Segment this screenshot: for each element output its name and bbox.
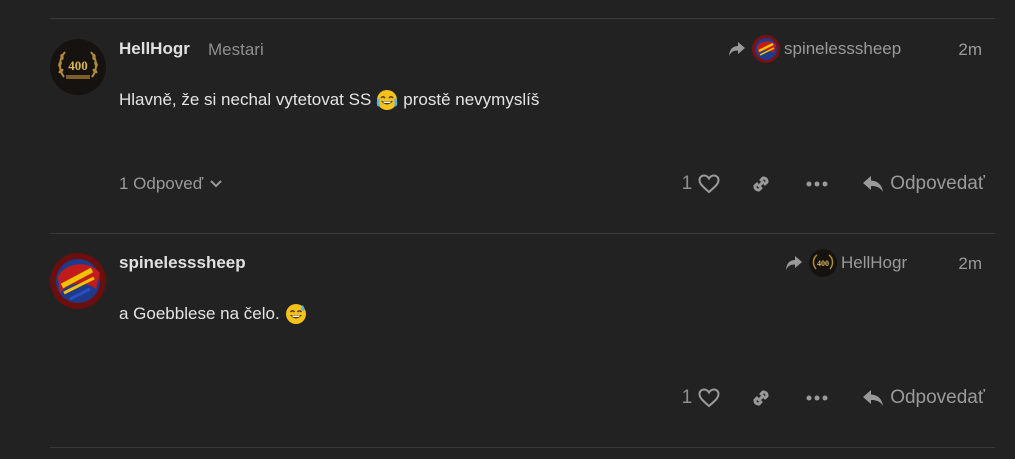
more-options-button[interactable]: [806, 395, 828, 401]
username[interactable]: HellHogr: [119, 39, 190, 59]
post-spinelesssheep: spinelesssheep 400 HellHogr 2m a Goebble…: [0, 233, 1015, 447]
post-hellhogr: 400 HellHogr Mestari spinelesssheep 2m H…: [0, 19, 1015, 233]
reply-to-username: HellHogr: [841, 253, 908, 272]
avatar[interactable]: [50, 253, 106, 309]
post-actions: 1 Odpovedať: [682, 167, 985, 201]
username[interactable]: spinelesssheep: [119, 253, 246, 273]
like-count[interactable]: 1: [682, 387, 693, 409]
post-text: prostě nevymyslíš: [403, 90, 540, 109]
like-count[interactable]: 1: [682, 173, 693, 195]
post-text: Hlavně, že si nechal vytetovat SS: [119, 90, 372, 109]
gold-400-laurel-badge-icon: 400: [50, 39, 106, 95]
reply-icon: [863, 176, 884, 192]
post-time[interactable]: 2m: [958, 40, 982, 60]
colorful-helmet-avatar-icon: [50, 253, 106, 309]
share-link-button[interactable]: [750, 387, 772, 409]
user-title: Mestari: [208, 40, 264, 59]
reply-icon: [863, 390, 884, 406]
svg-text:400: 400: [817, 259, 829, 268]
reply-button[interactable]: Odpovedať: [862, 173, 985, 195]
more-options-button[interactable]: [806, 181, 828, 187]
reply-button-label: Odpovedať: [890, 387, 985, 408]
post-actions: 1 Odpovedať: [682, 381, 985, 415]
reply-arrow-icon: [785, 255, 803, 271]
joy-emoji-icon: [376, 89, 398, 111]
reply-to-link[interactable]: 400 HellHogr: [785, 247, 907, 279]
ellipsis-icon: [806, 395, 828, 401]
share-link-button[interactable]: [750, 173, 772, 195]
like-button[interactable]: [698, 174, 720, 194]
reply-button[interactable]: Odpovedať: [862, 387, 985, 409]
reply-to-link[interactable]: spinelesssheep: [728, 33, 901, 65]
reply-to-avatar: 400: [809, 249, 837, 277]
post-body: a Goebblese na čelo.: [119, 303, 307, 325]
reply-arrow-icon: [728, 41, 746, 57]
avatar[interactable]: 400: [50, 39, 106, 95]
post-time[interactable]: 2m: [958, 254, 982, 274]
post-divider: [50, 447, 995, 448]
ellipsis-icon: [806, 181, 828, 187]
replies-count-label: 1 Odpoveď: [119, 174, 204, 193]
reply-button-label: Odpovedať: [890, 173, 985, 194]
post-body: Hlavně, že si nechal vytetovat SS prostě…: [119, 89, 539, 111]
link-icon: [753, 176, 769, 192]
svg-text:400: 400: [68, 58, 88, 73]
link-icon: [753, 390, 769, 406]
colorful-helmet-avatar-icon: [752, 35, 780, 63]
sweat-smile-emoji-icon: [285, 303, 307, 325]
chevron-down-icon: [209, 174, 223, 194]
reply-to-username: spinelesssheep: [784, 39, 902, 58]
reply-to-avatar: [752, 35, 780, 63]
heart-icon: [698, 388, 720, 408]
like-button[interactable]: [698, 388, 720, 408]
heart-icon: [698, 174, 720, 194]
gold-400-laurel-badge-icon: 400: [809, 249, 837, 277]
replies-toggle-button[interactable]: 1 Odpoveď: [119, 174, 223, 194]
post-text: a Goebblese na čelo.: [119, 304, 280, 323]
